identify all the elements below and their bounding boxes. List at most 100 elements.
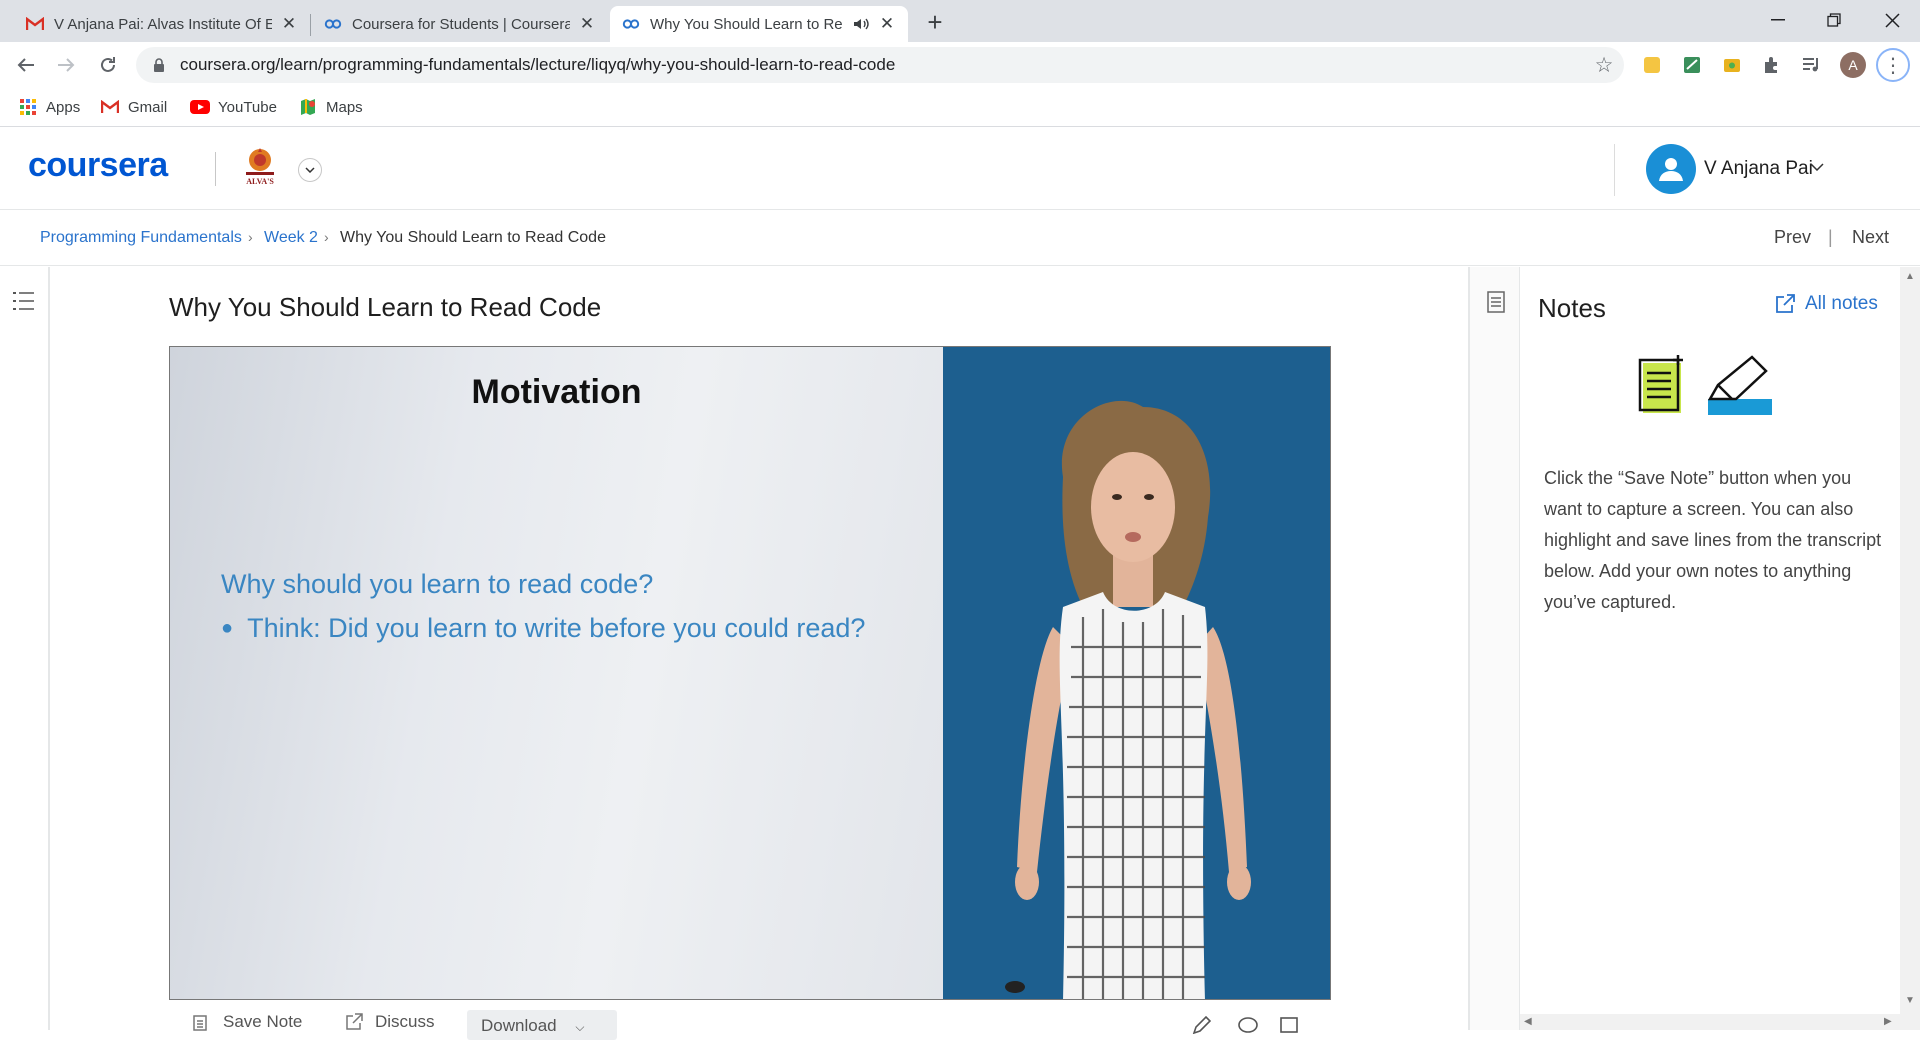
chevron-down-icon: ⌵ [575,1020,585,1034]
pencil-icon[interactable] [1191,1015,1213,1035]
slide-heading: Motivation [471,373,642,411]
restore-button[interactable] [1806,0,1862,40]
external-link-icon [1775,294,1795,314]
notes-horizontal-scrollbar[interactable]: ◀ ▶ [1520,1014,1900,1030]
user-menu-chevron-icon[interactable] [1810,158,1824,174]
extension-drive-icon[interactable] [1721,54,1743,76]
notes-title: Notes [1538,293,1606,323]
forward-button[interactable] [50,49,82,81]
all-notes-link[interactable]: All notes [1775,293,1878,315]
maps-icon [298,97,318,117]
pager-divider: | [1828,227,1833,247]
bookmark-star-icon[interactable]: ☆ [1584,53,1624,78]
video-player[interactable]: Motivation Why should you learn to read … [169,346,1331,1000]
tab-title: V Anjana Pai: Alvas Institute Of En [54,15,272,33]
coursera-icon [622,15,640,33]
notes-illustration [1638,355,1778,417]
download-dropdown[interactable]: Download ⌵ [467,1010,617,1040]
note-add-icon [193,1013,211,1031]
close-icon[interactable]: ✕ [578,14,596,34]
minimize-button[interactable] [1750,0,1806,40]
header-divider [1614,144,1615,196]
tab-title: Coursera for Students | Coursera [352,15,570,33]
discuss-button[interactable]: Discuss [345,1012,435,1032]
bookmark-maps[interactable]: Maps [298,95,363,119]
institution-switcher-chevron-icon[interactable] [298,158,322,182]
bookmark-apps[interactable]: Apps [18,95,80,119]
user-avatar[interactable] [1646,144,1696,194]
scroll-right-arrow-icon[interactable]: ▶ [1884,1016,1892,1027]
bookmark-label: YouTube [218,98,277,116]
notes-document-icon[interactable] [1487,291,1505,313]
notes-rail [1468,267,1520,1030]
tab-coursera-students[interactable]: Coursera for Students | Coursera ✕ [312,6,608,42]
notes-vertical-scrollbar[interactable]: ▲ ▼ [1900,267,1920,1030]
breadcrumb-week[interactable]: Week 2 [264,229,318,247]
coursera-logo[interactable]: coursera [28,146,168,185]
video-slide: Motivation Why should you learn to read … [170,347,943,999]
chevron-right-icon: › [248,229,253,245]
flag-icon[interactable] [1279,1016,1301,1034]
institution-logo[interactable]: ALVA'S [240,146,280,190]
all-notes-label: All notes [1805,293,1878,314]
lecture-title: Why You Should Learn to Read Code [169,292,602,322]
scroll-up-arrow-icon[interactable]: ▲ [1905,271,1915,282]
institution-logo-text: ALVA'S [246,177,274,186]
bookmark-label: Gmail [128,98,168,116]
user-name[interactable]: V Anjana Pai [1704,158,1813,180]
close-icon[interactable]: ✕ [878,14,896,34]
close-icon[interactable]: ✕ [280,14,298,34]
download-label: Download [481,1016,557,1035]
lock-icon[interactable] [152,57,166,73]
tab-gmail[interactable]: V Anjana Pai: Alvas Institute Of En ✕ [14,6,310,42]
new-tab-button[interactable]: + [920,7,950,37]
apps-grid-icon [18,97,38,117]
scroll-down-arrow-icon[interactable]: ▼ [1905,995,1915,1006]
next-link[interactable]: Next [1852,227,1889,248]
browser-tab-bar: V Anjana Pai: Alvas Institute Of En ✕ Co… [0,0,1920,42]
media-control-icon[interactable] [1801,54,1823,76]
gmail-icon [100,97,120,117]
bookmark-label: Apps [46,98,81,116]
course-outline-rail [0,267,50,1030]
close-window-button[interactable] [1864,0,1920,40]
discuss-label: Discuss [375,1012,435,1031]
presenter-figure [1005,400,1251,999]
external-link-icon [345,1013,363,1031]
bullet-dot: ● [221,617,234,639]
bookmark-gmail[interactable]: Gmail [100,95,167,119]
extension-notes-icon[interactable] [1641,54,1663,76]
slide-question: Why should you learn to read code? [221,569,654,599]
address-bar[interactable]: coursera.org/learn/programming-fundament… [136,47,1624,83]
slide-bullet: ● Think: Did you learn to write before yo… [221,613,865,644]
youtube-icon [190,97,210,117]
url-text: coursera.org/learn/programming-fundament… [180,55,896,74]
prev-link[interactable]: Prev [1774,227,1811,248]
breadcrumb-course[interactable]: Programming Fundamentals [40,229,242,247]
notes-panel: Notes All notes Click the “Save Note” bu… [1520,267,1900,1014]
extensions-puzzle-icon[interactable] [1761,54,1783,76]
slide-bullet-text: Think: Did you learn to write before you… [247,613,866,643]
tab-lecture-active[interactable]: Why You Should Learn to Re ✕ [610,6,908,42]
site-header: coursera ALVA'S V Anjana Pai [0,128,1920,210]
extension-sheets-icon[interactable] [1681,54,1703,76]
scroll-left-arrow-icon[interactable]: ◀ [1524,1016,1532,1027]
bookmarks-bar: Apps Gmail YouTube Maps [0,87,1920,127]
back-button[interactable] [10,49,42,81]
tab-separator [310,14,311,36]
bookmark-youtube[interactable]: YouTube [190,95,277,119]
profile-avatar[interactable]: A [1840,52,1866,78]
save-note-button[interactable]: Save Note [193,1012,302,1032]
presenter-video [943,347,1330,999]
reload-button[interactable] [92,49,124,81]
comment-icon[interactable] [1237,1016,1259,1034]
chevron-right-icon: › [324,229,329,245]
header-divider [215,152,216,186]
bookmark-label: Maps [326,98,363,116]
browser-menu-icon[interactable]: ⋮ [1876,48,1910,82]
audio-playing-icon[interactable] [852,17,870,31]
notes-help-text: Click the “Save Note” button when you wa… [1544,468,1882,612]
coursera-icon [324,15,342,33]
gmail-icon [26,15,44,33]
course-outline-list-icon[interactable] [12,289,36,313]
